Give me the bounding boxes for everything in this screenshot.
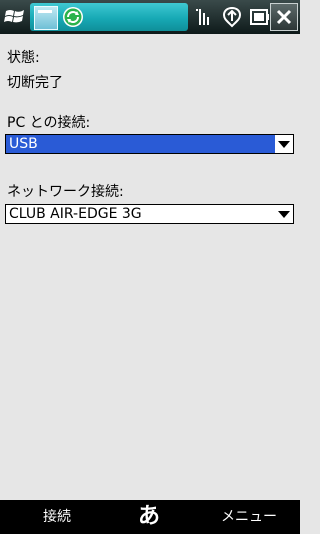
network-connection-label: ネットワーク接続:	[7, 184, 124, 200]
close-button[interactable]	[270, 3, 298, 31]
input-mode-button[interactable]: あ	[138, 500, 160, 534]
pc-connection-dropdown[interactable]: USB	[5, 134, 294, 154]
pc-connection-label: PC との接続:	[7, 115, 91, 131]
connect-softkey[interactable]: 接続	[43, 500, 71, 534]
softkey-bar: 接続 あ メニュー	[0, 500, 300, 534]
network-activity-icon[interactable]	[220, 6, 244, 28]
network-connection-dropdown[interactable]: CLUB AIR-EDGE 3G	[5, 204, 294, 224]
connection-settings-icon[interactable]	[34, 6, 58, 30]
connection-settings-panel: 状態: 切断完了 PC との接続: USB ネットワーク接続: CLUB AIR…	[0, 34, 300, 500]
sync-icon[interactable]	[62, 6, 84, 28]
chevron-down-icon[interactable]	[275, 135, 293, 153]
status-value: 切断完了	[7, 75, 63, 91]
battery-icon[interactable]	[250, 6, 270, 28]
signal-strength-icon[interactable]	[194, 6, 212, 28]
title-bar	[0, 0, 300, 34]
pc-connection-value: USB	[9, 136, 38, 152]
menu-softkey[interactable]: メニュー	[221, 500, 277, 534]
status-label: 状態:	[7, 50, 40, 66]
windows-start-icon[interactable]	[2, 3, 28, 31]
active-app-strip[interactable]	[30, 3, 188, 31]
chevron-down-icon[interactable]	[275, 205, 293, 223]
network-connection-value: CLUB AIR-EDGE 3G	[9, 206, 142, 222]
close-icon	[276, 9, 292, 25]
